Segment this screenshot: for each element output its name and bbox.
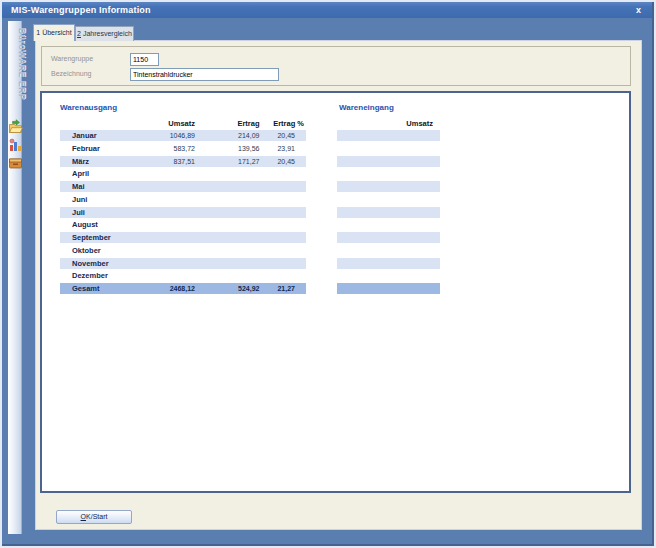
chart-people-icon[interactable] [8,137,23,152]
report-panel: Warenausgang Wareneingang Umsatz Ertrag … [40,91,631,493]
table-row [337,258,440,269]
window-title: MIS-Warengruppen Information [11,5,151,15]
table-row: Januar1046,89214,0920,45 [60,130,306,141]
warengruppe-input[interactable] [130,53,159,66]
open-folder-icon[interactable] [8,119,23,134]
table-row: Februar583,72139,5623,91 [60,143,306,154]
col-umsatz: Umsatz [135,119,195,128]
table-row: Gesamt2468,12524,9221,27 [60,283,306,294]
table-row [337,245,440,256]
table-row [337,194,440,205]
table-row [337,219,440,230]
tab-page: Warengruppe Bezeichnung Warenausgang War… [35,40,642,530]
table-row [337,156,440,167]
tab-jahresvergleich[interactable]: 2 Jahresvergleich [75,26,134,41]
warenausgang-rows: Januar1046,89214,0920,45 Februar583,72139… [60,130,306,296]
bezeichnung-label: Bezeichnung [51,70,91,77]
table-row: Dezember [60,270,306,281]
table-row [337,270,440,281]
table-row [337,143,440,154]
table-row: Mai [60,181,306,192]
col-umsatz-we: Umsatz [406,119,433,128]
bezeichnung-input[interactable] [130,68,279,81]
sidebar-icons [8,119,23,173]
table-row [337,232,440,243]
warengruppe-label: Warengruppe [51,55,93,62]
table-row: März837,51171,2720,45 [60,156,306,167]
table-row [337,130,440,141]
table-row: September [60,232,306,243]
table-row [337,207,440,218]
table-row: Juni [60,194,306,205]
drawer-icon[interactable] [8,155,23,170]
table-row: November [60,258,306,269]
wareneingang-title: Wareneingang [339,103,394,112]
table-row: Oktober [60,245,306,256]
col-ertrag: Ertrag [195,119,260,128]
tab-uebersicht-label: 1 Übersicht [36,29,71,36]
ok-start-button[interactable]: OK/Start [56,510,132,524]
table-row: April [60,168,306,179]
table-row [337,168,440,179]
warenausgang-header: Umsatz Ertrag Ertrag % [60,119,306,128]
col-ertrag-pct: Ertrag % [260,119,305,128]
wareneingang-rows [337,130,440,296]
warenausgang-title: Warenausgang [60,103,117,112]
brand-vertical-label: BüroWARE ERP [17,28,27,100]
sidebar: BüroWARE ERP [8,21,22,534]
table-row: August [60,219,306,230]
tab-jahresvergleich-label: 2 Jahresvergleich [77,30,132,37]
titlebar: MIS-Warengruppen Information x [2,2,654,18]
table-row: Juli [60,207,306,218]
tab-uebersicht[interactable]: 1 Übersicht [33,24,75,41]
table-row [337,181,440,192]
wareneingang-header: Umsatz [337,119,440,128]
table-row [337,283,440,294]
form-groupbox: Warengruppe Bezeichnung [41,46,631,86]
close-icon[interactable]: x [636,5,641,15]
